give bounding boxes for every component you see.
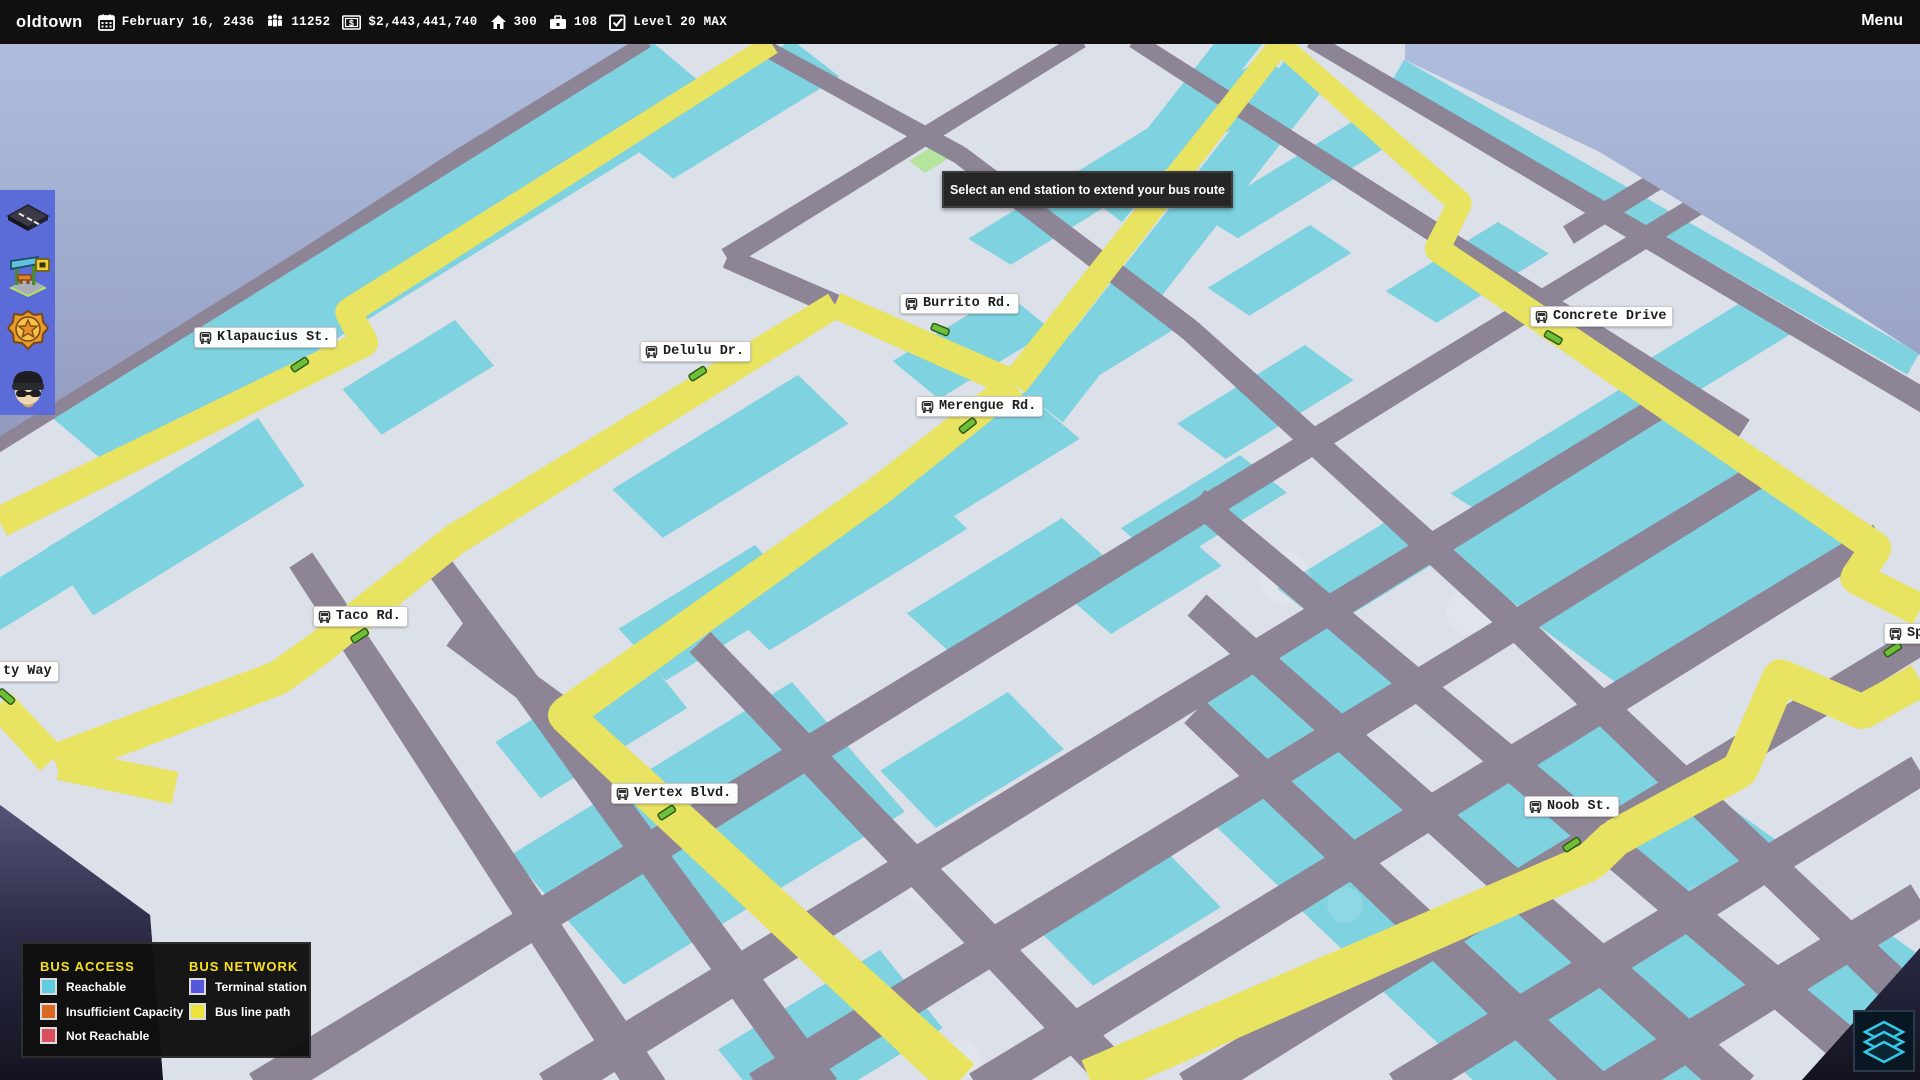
svg-text:$: $	[349, 19, 355, 29]
